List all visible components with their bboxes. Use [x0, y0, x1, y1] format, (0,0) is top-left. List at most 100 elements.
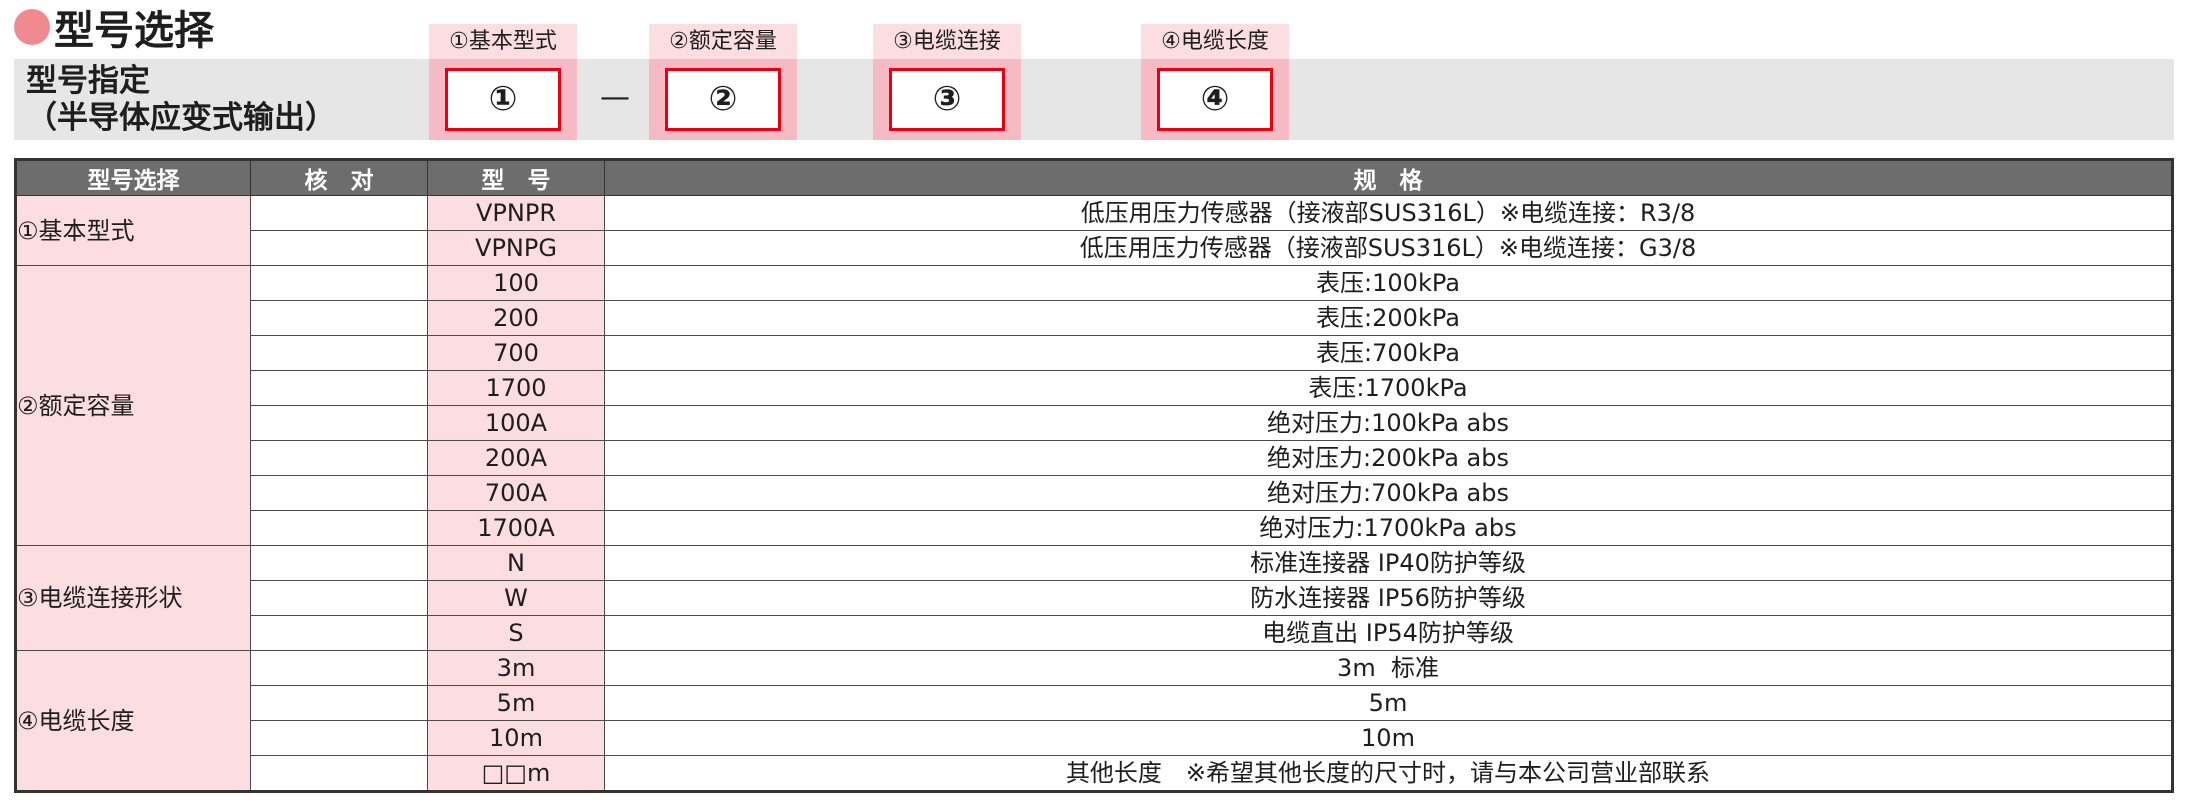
code-part-rated-capacity: ②额定容量 ②	[649, 24, 797, 140]
group-label-cable-connection: ③电缆连接形状	[15, 545, 251, 651]
column-header-check: 核 对	[250, 159, 428, 196]
table-row: W 防水连接器 IP56防护等级	[16, 580, 2173, 616]
model-code: 700	[427, 335, 605, 371]
column-header-model: 型 号	[427, 159, 605, 196]
spec-text: 10m	[604, 720, 2173, 756]
model-code: 100	[427, 265, 605, 301]
check-cell	[250, 230, 428, 266]
table-row: ④电缆长度 3m 3m 标准	[15, 650, 2173, 792]
model-code: 1700	[427, 370, 605, 406]
spec-text: 5m	[604, 685, 2173, 721]
model-code: 100A	[427, 405, 605, 441]
table-row: ①基本型式 VPNPR 低压用压力传感器（接液部SUS316L）※电缆连接：R3…	[15, 195, 2173, 266]
table-row: ③电缆连接形状 N 标准连接器 IP40防护等级	[15, 545, 2173, 651]
model-spec-label: 型号指定 （半导体应变式输出）	[26, 63, 336, 137]
model-code: N	[427, 545, 605, 581]
spec-text: 其他长度 ※希望其他长度的尺寸时，请与本公司营业部联系	[604, 755, 2173, 792]
model-code: □□m	[427, 755, 605, 792]
code-part-box: ③	[873, 59, 1021, 140]
code-part-cable-connection: ③电缆连接 ③	[873, 24, 1021, 140]
code-slot: ①	[445, 68, 561, 131]
model-code: 1700A	[427, 510, 605, 546]
check-cell	[250, 370, 428, 406]
table-row: 1700A 绝对压力:1700kPa abs	[16, 510, 2173, 546]
check-cell	[250, 650, 428, 686]
spec-text: 绝对压力:700kPa abs	[604, 475, 2173, 511]
model-code: 5m	[427, 685, 605, 721]
check-cell	[250, 265, 428, 301]
spec-text: 表压:200kPa	[604, 300, 2173, 336]
spec-text: 表压:100kPa	[604, 265, 2173, 301]
model-code: 3m	[427, 650, 605, 686]
spec-text: 低压用压力传感器（接液部SUS316L）※电缆连接：G3/8	[604, 230, 2173, 266]
code-slot: ④	[1157, 68, 1273, 131]
table-row: □□m 其他长度 ※希望其他长度的尺寸时，请与本公司营业部联系	[16, 755, 2173, 792]
table-row: 5m 5m	[16, 685, 2173, 721]
spec-text: 绝对压力:200kPa abs	[604, 440, 2173, 476]
page-title-text: 型号选择	[54, 8, 214, 54]
table-row: 700 表压:700kPa	[16, 335, 2173, 371]
model-code: S	[427, 615, 605, 651]
table-row: 200 表压:200kPa	[16, 300, 2173, 336]
check-cell	[250, 685, 428, 721]
code-slot: ②	[665, 68, 781, 131]
spec-text: 表压:1700kPa	[604, 370, 2173, 406]
code-part-box: ②	[649, 59, 797, 140]
table-row: 700A 绝对压力:700kPa abs	[16, 475, 2173, 511]
code-part-header: ①基本型式	[429, 24, 577, 59]
model-code: VPNPG	[427, 230, 605, 266]
code-part-box: ①	[429, 59, 577, 140]
group-label-basic-type: ①基本型式	[15, 195, 251, 266]
model-code: 200A	[427, 440, 605, 476]
check-cell	[250, 510, 428, 546]
check-cell	[250, 580, 428, 616]
model-code: W	[427, 580, 605, 616]
code-part-header: ④电缆长度	[1141, 24, 1289, 59]
model-code: 10m	[427, 720, 605, 756]
check-cell	[250, 720, 428, 756]
table-header-row: 型号选择 核 对 型 号 规 格	[15, 159, 2173, 196]
table-row: VPNPG 低压用压力传感器（接液部SUS316L）※电缆连接：G3/8	[16, 230, 2173, 266]
code-part-header: ③电缆连接	[873, 24, 1021, 59]
check-cell	[250, 195, 428, 231]
column-header-selection: 型号选择	[15, 159, 251, 196]
code-part-header: ②额定容量	[649, 24, 797, 59]
model-spec-line2: （半导体应变式输出）	[26, 100, 336, 136]
check-cell	[250, 335, 428, 371]
check-cell	[250, 405, 428, 441]
check-cell	[250, 615, 428, 651]
spec-text: 绝对压力:1700kPa abs	[604, 510, 2173, 546]
check-cell	[250, 440, 428, 476]
code-part-cable-length: ④电缆长度 ④	[1141, 24, 1289, 140]
group-label-cable-length: ④电缆长度	[15, 650, 251, 792]
model-spec-line1: 型号指定	[26, 63, 150, 99]
table-row: 1700 表压:1700kPa	[16, 370, 2173, 406]
check-cell	[250, 755, 428, 792]
code-separator-dash: —	[600, 80, 630, 115]
check-cell	[250, 545, 428, 581]
spec-text: 电缆直出 IP54防护等级	[604, 615, 2173, 651]
check-cell	[250, 475, 428, 511]
table-row: 100A 绝对压力:100kPa abs	[16, 405, 2173, 441]
spec-text: 标准连接器 IP40防护等级	[604, 545, 2173, 581]
table-row: 200A 绝对压力:200kPa abs	[16, 440, 2173, 476]
code-part-basic-type: ①基本型式 ①	[429, 24, 577, 140]
model-code: VPNPR	[427, 195, 605, 231]
spec-text: 3m 标准	[604, 650, 2173, 686]
page-title: 型号选择	[14, 2, 214, 54]
spec-text: 绝对压力:100kPa abs	[604, 405, 2173, 441]
check-cell	[250, 300, 428, 336]
code-slot: ③	[889, 68, 1005, 131]
table-row: 10m 10m	[16, 720, 2173, 756]
model-code: 200	[427, 300, 605, 336]
code-part-box: ④	[1141, 59, 1289, 140]
model-code: 700A	[427, 475, 605, 511]
table-row: ②额定容量 100 表压:100kPa	[15, 265, 2173, 546]
spec-text: 防水连接器 IP56防护等级	[604, 580, 2173, 616]
table-row: S 电缆直出 IP54防护等级	[16, 615, 2173, 651]
column-header-spec: 规 格	[604, 159, 2173, 196]
group-label-rated-capacity: ②额定容量	[15, 265, 251, 546]
bullet-dot-icon	[14, 9, 50, 45]
spec-text: 低压用压力传感器（接液部SUS316L）※电缆连接：R3/8	[604, 195, 2173, 231]
spec-text: 表压:700kPa	[604, 335, 2173, 371]
